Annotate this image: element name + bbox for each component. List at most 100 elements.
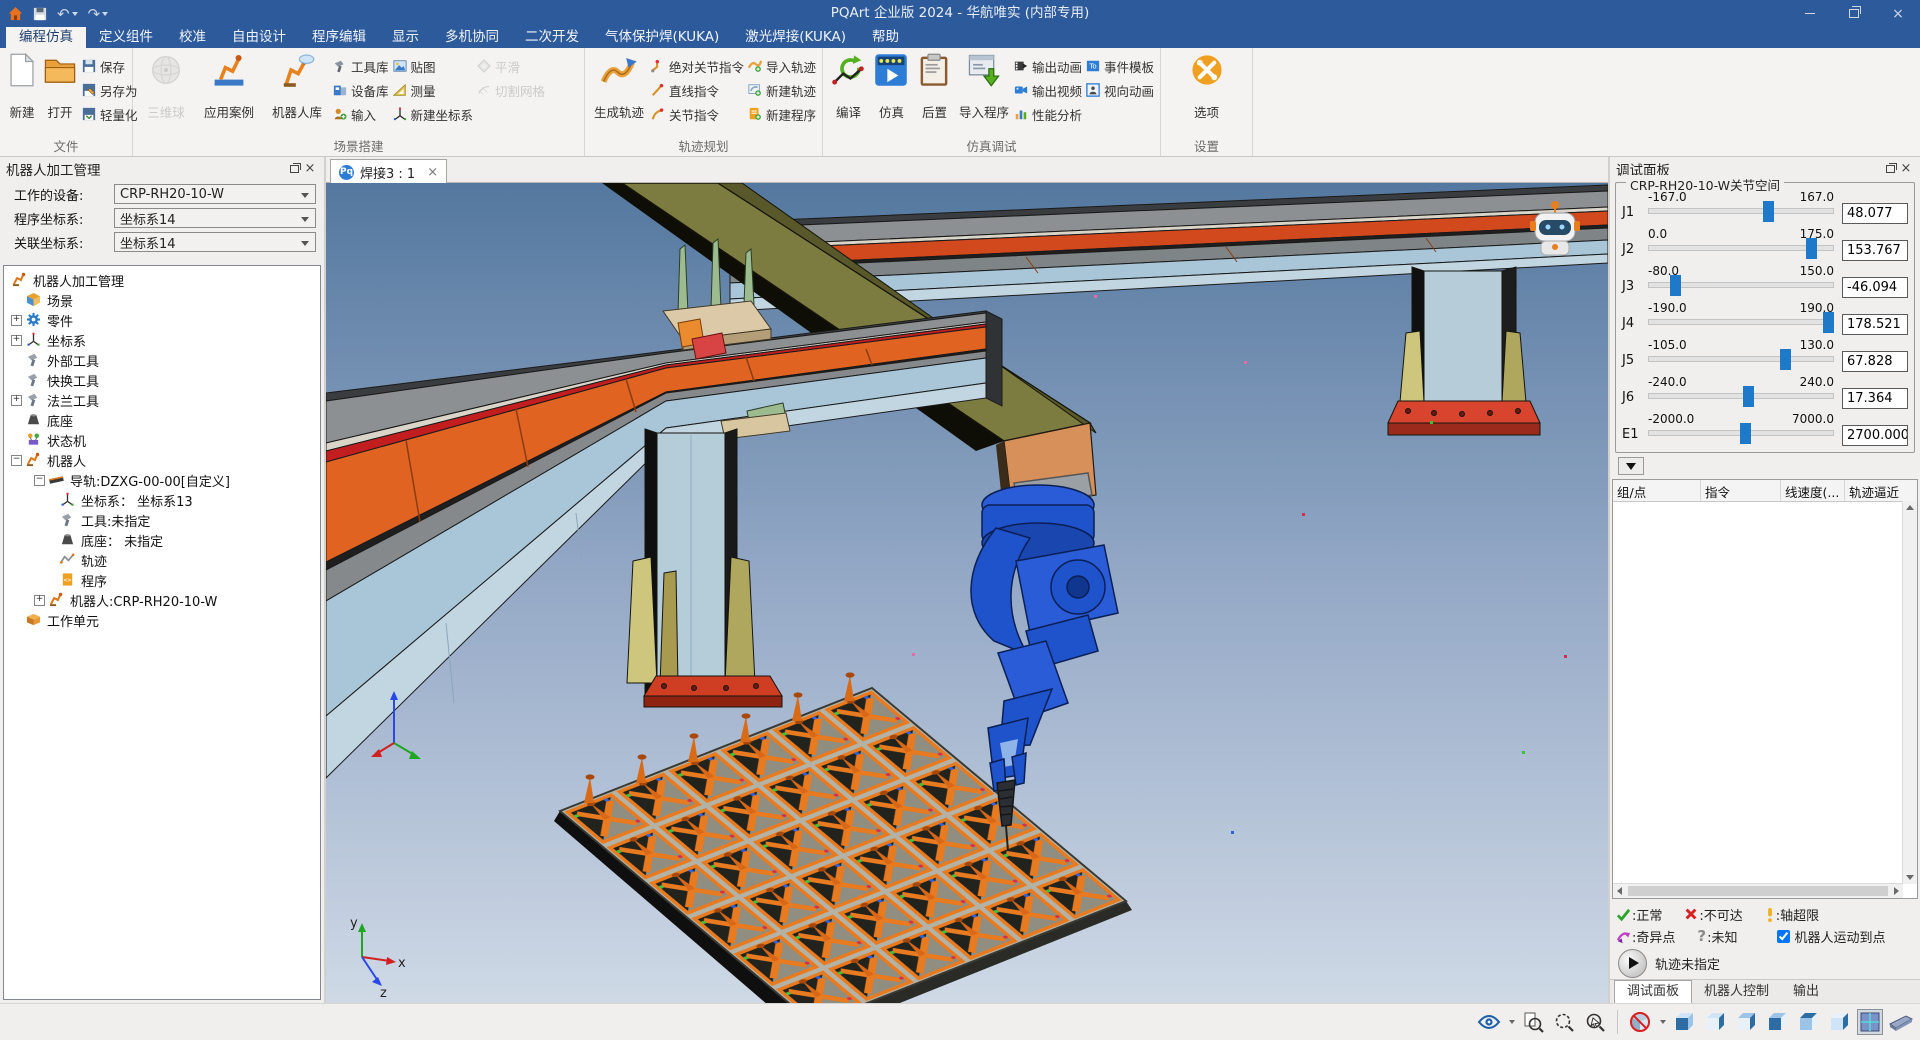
joint-value-j3[interactable]: [1842, 277, 1908, 298]
slider-thumb[interactable]: [1780, 349, 1791, 370]
tab-programming-simulation[interactable]: 编程仿真: [6, 27, 86, 48]
joint-value-j1[interactable]: [1842, 203, 1908, 224]
simulate-button[interactable]: 仿真: [872, 51, 911, 123]
tree-expander[interactable]: +: [11, 315, 22, 326]
view-slab-icon[interactable]: [1888, 1009, 1914, 1035]
scrollbar-thumb[interactable]: [1628, 886, 1888, 896]
col-linear-speed[interactable]: 线速度(...: [1781, 480, 1845, 501]
close-panel-icon[interactable]: ×: [302, 161, 318, 177]
tab-program-edit[interactable]: 程序编辑: [299, 27, 379, 48]
expand-more-button[interactable]: [1618, 457, 1644, 475]
tree-item-parts[interactable]: + 零件: [4, 310, 320, 330]
tree-item-scene[interactable]: 场景: [4, 290, 320, 310]
export-video-button[interactable]: 输出视频: [1014, 81, 1082, 99]
tree-item-rail-program[interactable]: <> 程序: [4, 570, 320, 590]
tab-display[interactable]: 显示: [379, 27, 432, 48]
slider-track[interactable]: [1648, 319, 1834, 325]
joint-value-j4[interactable]: [1842, 314, 1908, 335]
view-left-icon[interactable]: [1733, 1009, 1759, 1035]
post-process-button[interactable]: 后置: [915, 51, 954, 123]
slider-track[interactable]: [1648, 393, 1834, 399]
view-bottom-icon[interactable]: [1826, 1009, 1852, 1035]
import-program-button[interactable]: 导入程序: [958, 51, 1010, 123]
scroll-down-icon[interactable]: [1906, 875, 1914, 880]
tree-item-external-tool[interactable]: 外部工具: [4, 350, 320, 370]
home-icon[interactable]: [6, 4, 25, 24]
tab-gas-welding-kuka[interactable]: 气体保护焊(KUKA): [592, 27, 732, 48]
view-top-icon[interactable]: [1795, 1009, 1821, 1035]
tab-multi-machine[interactable]: 多机协同: [432, 27, 512, 48]
close-panel-icon[interactable]: ×: [1898, 161, 1914, 177]
new-program-button[interactable]: 新建程序: [748, 105, 816, 123]
play-button[interactable]: [1618, 949, 1647, 978]
linked-frame-select[interactable]: 坐标系14: [114, 232, 316, 252]
compile-button[interactable]: 编译: [829, 51, 868, 123]
tree-item-root[interactable]: 机器人加工管理: [4, 270, 320, 290]
zoom-select-icon[interactable]: [1582, 1009, 1608, 1035]
cube-dropdown-caret[interactable]: [1660, 1020, 1666, 1024]
new-button[interactable]: 新建: [6, 51, 38, 123]
joint-slider-j2[interactable]: 0.0 175.0: [1648, 226, 1834, 263]
document-tab[interactable]: Pq 焊接3 : 1 ×: [330, 159, 447, 184]
visibility-eye-icon[interactable]: [1476, 1009, 1502, 1035]
scroll-left-icon[interactable]: [1617, 887, 1622, 895]
joint-value-j2[interactable]: [1842, 240, 1908, 261]
tree-item-rail-frame[interactable]: 坐标系： 坐标系13: [4, 490, 320, 510]
slider-thumb[interactable]: [1763, 201, 1774, 222]
slider-thumb[interactable]: [1806, 238, 1817, 259]
app-case-button[interactable]: 应用案例: [197, 51, 261, 123]
view-back-icon[interactable]: [1702, 1009, 1728, 1035]
tree-item-base[interactable]: 底座: [4, 410, 320, 430]
tool-library-button[interactable]: 工具库: [333, 57, 389, 75]
col-group-point[interactable]: 组/点: [1613, 480, 1701, 501]
triball-button[interactable]: 三维球: [139, 51, 193, 123]
joint-slider-j1[interactable]: -167.0 167.0: [1648, 189, 1834, 226]
lightweight-button[interactable]: 轻量化: [82, 105, 138, 123]
view-front-icon[interactable]: [1671, 1009, 1697, 1035]
zoom-fit-icon[interactable]: [1520, 1009, 1546, 1035]
joint-slider-j3[interactable]: -80.0 150.0: [1648, 263, 1834, 300]
joint-slider-j5[interactable]: -105.0 130.0: [1648, 337, 1834, 374]
working-device-select[interactable]: CRP-RH20-10-W: [114, 184, 316, 204]
tree-item-flange-tool[interactable]: + 法兰工具: [4, 390, 320, 410]
col-approach[interactable]: 轨迹逼近: [1845, 480, 1909, 501]
options-button[interactable]: 选项: [1180, 51, 1234, 123]
tree-item-robot[interactable]: − 机器人: [4, 450, 320, 470]
tab-debug-panel[interactable]: 调试面板: [1614, 980, 1692, 1003]
joint-value-j6[interactable]: [1842, 388, 1908, 409]
minimize-button[interactable]: [1788, 0, 1832, 27]
new-frame-button[interactable]: 新建坐标系: [393, 105, 474, 123]
scroll-right-icon[interactable]: [1894, 887, 1899, 895]
tab-robot-control[interactable]: 机器人控制: [1692, 981, 1781, 1003]
slider-thumb[interactable]: [1823, 312, 1834, 333]
tree-item-rail-base[interactable]: 底座： 未指定: [4, 530, 320, 550]
tree-item-frames[interactable]: + 坐标系: [4, 330, 320, 350]
tree-item-state-machine[interactable]: 状态机: [4, 430, 320, 450]
tree-expander[interactable]: −: [11, 455, 22, 466]
line-cmd-button[interactable]: 直线指令: [651, 81, 744, 99]
tree-item-rail[interactable]: − 导轨:DZXG-00-00[自定义]: [4, 470, 320, 490]
scroll-up-icon[interactable]: [1906, 505, 1914, 510]
float-panel-icon[interactable]: [286, 161, 302, 177]
move-to-point-checkbox[interactable]: [1777, 930, 1790, 943]
tree-expander[interactable]: +: [11, 335, 22, 346]
restore-button[interactable]: [1832, 0, 1876, 27]
vertical-scrollbar[interactable]: [1902, 501, 1917, 884]
tab-calibration[interactable]: 校准: [166, 27, 219, 48]
slider-thumb[interactable]: [1740, 423, 1751, 444]
tab-close-icon[interactable]: ×: [427, 165, 438, 180]
generate-trajectory-button[interactable]: 生成轨迹: [591, 51, 647, 123]
col-command[interactable]: 指令: [1701, 480, 1781, 501]
measure-button[interactable]: 测量: [393, 81, 474, 99]
zoom-window-icon[interactable]: [1551, 1009, 1577, 1035]
performance-analysis-button[interactable]: 性能分析: [1014, 105, 1082, 123]
joint-cmd-button[interactable]: 关节指令: [651, 105, 744, 123]
robot-library-button[interactable]: 机器人库: [265, 51, 329, 123]
tree-expander[interactable]: −: [34, 475, 45, 486]
new-trajectory-button[interactable]: 新建轨迹: [748, 81, 816, 99]
tree-item-quick-change-tool[interactable]: 快换工具: [4, 370, 320, 390]
import-button[interactable]: 输入: [333, 105, 389, 123]
tab-output[interactable]: 输出: [1781, 981, 1831, 1003]
3d-viewport[interactable]: x y z: [326, 183, 1608, 1003]
import-trajectory-button[interactable]: 导入轨迹: [748, 57, 816, 75]
